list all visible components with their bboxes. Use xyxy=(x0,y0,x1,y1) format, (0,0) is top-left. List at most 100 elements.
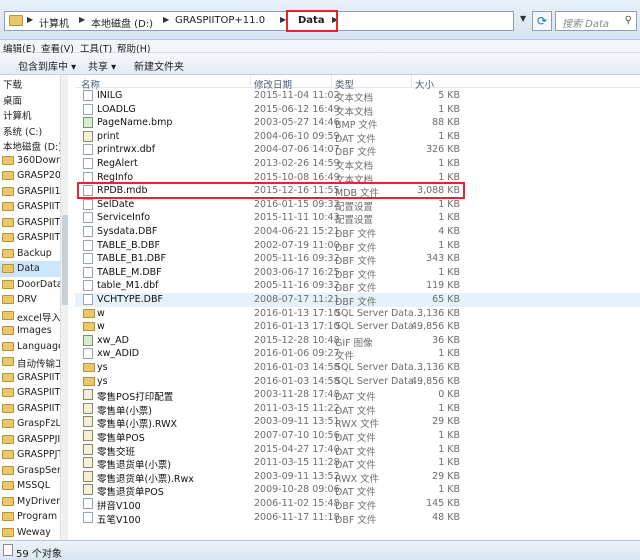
nav-item[interactable]: Language xyxy=(0,339,67,355)
nav-item[interactable]: GRASPIITO xyxy=(0,230,67,246)
nav-scrollbar[interactable] xyxy=(60,75,68,540)
folder-icon xyxy=(2,512,14,521)
nav-item-label: Language xyxy=(17,340,64,352)
file-row[interactable]: 零售POS打印配置 2003-11-28 17:48 DAT 文件 0 KB xyxy=(75,388,640,403)
file-row[interactable]: ServiceInfo 2015-11-11 10:43 配置设置 1 KB xyxy=(75,211,640,226)
nav-item[interactable]: GRASPIITO xyxy=(0,215,67,231)
file-row[interactable]: TABLE_B1.DBF 2005-11-16 09:32 DBF 文件 343 KB xyxy=(75,252,640,267)
nav-item[interactable]: 本地磁盘 (D:) xyxy=(0,137,67,153)
file-row[interactable]: TABLE_M.DBF 2003-06-17 16:25 DBF 文件 1 KB xyxy=(75,266,640,281)
column-divider[interactable] xyxy=(411,75,412,88)
refresh-button[interactable]: ⟳ xyxy=(532,11,552,31)
file-row[interactable]: 拼音V100 2006-11-02 15:48 DBF 文件 145 KB xyxy=(75,497,640,512)
file-row[interactable]: 零售单POS 2007-07-10 10:56 DAT 文件 1 KB xyxy=(75,429,640,444)
nav-item[interactable]: DoorData xyxy=(0,277,67,293)
folder-icon xyxy=(2,372,14,382)
nav-item[interactable]: 360Downlo xyxy=(0,153,67,169)
column-divider[interactable] xyxy=(250,75,251,88)
file-row[interactable]: 零售交班 2015-04-27 17:40 DAT 文件 1 KB xyxy=(75,443,640,458)
file-row[interactable]: VCHTYPE.DBF 2008-07-17 11:21 DBF 文件 65 KB xyxy=(75,293,640,308)
file-row[interactable]: w 2016-01-13 17:10 SQL Server Data... 3,136… xyxy=(75,307,640,321)
file-row[interactable]: ys 2016-01-03 14:58 SQL Server Data... 3,13… xyxy=(75,361,640,375)
file-row[interactable]: TABLE_B.DBF 2002-07-19 11:00 DBF 文件 1 KB xyxy=(75,239,640,254)
nav-item[interactable]: Images xyxy=(0,323,67,339)
file-size: 49,856 KB xyxy=(410,375,460,387)
new-folder-button[interactable]: 新建文件夹 xyxy=(134,58,184,73)
file-icon xyxy=(83,498,93,509)
file-row[interactable]: printrwx.dbf 2004-07-06 14:07 DBF 文件 326 KB xyxy=(75,143,640,158)
file-row[interactable]: Sysdata.DBF 2004-06-21 15:21 DBF 文件 4 KB xyxy=(75,225,640,240)
nav-item-label: 计算机 xyxy=(3,111,32,122)
nav-item[interactable]: GRASPPJTO xyxy=(0,447,67,463)
file-row[interactable]: w 2016-01-13 17:10 SQL Server Data... 49,85… xyxy=(75,320,640,334)
nav-item[interactable]: excel导入 xyxy=(0,308,67,324)
nav-item[interactable]: GRASPPJIT xyxy=(0,432,67,448)
file-row[interactable]: 零售单(小票).RWX 2003-09-11 13:51 RWX 文件 29 KB xyxy=(75,415,640,430)
nav-item[interactable]: MSSQL xyxy=(0,478,67,494)
file-row[interactable]: print 2004-06-10 09:59 DAT 文件 1 KB xyxy=(75,130,640,145)
include-in-library-button[interactable]: 包含到库中 ▾ xyxy=(18,58,76,73)
share-button[interactable]: 共享 ▾ xyxy=(88,58,116,73)
column-divider[interactable] xyxy=(331,75,332,88)
file-name: xw_ADID xyxy=(97,348,140,360)
file-date: 2004-06-21 15:21 xyxy=(254,226,340,237)
file-row[interactable]: INILG 2015-11-04 11:02 文本文档 5 KB xyxy=(75,89,640,104)
file-row[interactable]: 零售退货单(小票).Rwx 2003-09-11 13:52 RWX 文件 29 KB xyxy=(75,470,640,485)
file-row[interactable]: table_M1.dbf 2005-11-16 09:32 DBF 文件 119 KB xyxy=(75,279,640,294)
nav-item[interactable]: GraspFzLow xyxy=(0,416,67,432)
file-size: 1 KB xyxy=(438,266,460,278)
breadcrumb-computer[interactable]: 计算机 xyxy=(39,15,69,30)
nav-item[interactable]: MyDrivers xyxy=(0,494,67,510)
file-date: 2004-06-10 09:59 xyxy=(254,130,340,142)
database-icon xyxy=(83,308,95,318)
file-name: ys xyxy=(97,362,108,373)
nav-item-label: MSSQL xyxy=(17,480,51,491)
nav-item[interactable]: GRASPIITO xyxy=(0,385,67,401)
nav-item[interactable]: 计算机 xyxy=(0,106,67,122)
nav-item[interactable]: 下载 xyxy=(0,75,67,91)
nav-item[interactable]: Weway xyxy=(0,525,67,541)
file-row[interactable]: LOADLG 2015-06-12 16:49 文本文档 1 KB xyxy=(75,103,640,118)
nav-item[interactable]: GRASPII10. xyxy=(0,184,67,200)
breadcrumb-drive-d[interactable]: 本地磁盘 (D:) xyxy=(91,15,153,30)
nav-item[interactable]: GRASPIITO xyxy=(0,370,67,386)
search-icon[interactable]: ⚲ xyxy=(625,15,632,26)
file-row[interactable]: xw_ADID 2016-01-06 09:27 文件 1 KB xyxy=(75,347,640,362)
nav-item[interactable]: Backup xyxy=(0,246,67,262)
nav-scrollbar-thumb[interactable] xyxy=(62,215,68,305)
search-input[interactable]: 搜索 Data ⚲ xyxy=(555,11,637,31)
file-row[interactable]: ys 2016-01-03 14:58 SQL Server Data... 49,8… xyxy=(75,375,640,389)
file-icon xyxy=(83,430,93,441)
file-date: 2003-11-28 17:48 xyxy=(254,389,340,401)
file-row[interactable]: PageName.bmp 2003-05-27 14:46 BMP 文件 88 KB xyxy=(75,116,640,131)
file-row[interactable]: 零售退货单(小票) 2011-03-15 11:28 DAT 文件 1 KB xyxy=(75,456,640,471)
nav-item[interactable]: GRASPIITO xyxy=(0,199,67,215)
file-row[interactable]: 五笔V100 2006-11-17 11:18 DBF 文件 48 KB xyxy=(75,511,640,526)
chevron-right-icon[interactable]: ▶ xyxy=(163,15,169,24)
file-row[interactable]: SelDate 2016-01-15 09:32 配置设置 1 KB xyxy=(75,198,640,213)
nav-item[interactable]: GraspServe xyxy=(0,463,67,479)
nav-item[interactable]: DRV xyxy=(0,292,67,308)
breadcrumb-grasp-folder[interactable]: GRASPIITOP+11.0 xyxy=(175,15,265,26)
nav-item[interactable]: Data xyxy=(0,261,67,277)
file-icon xyxy=(3,544,13,556)
nav-item[interactable]: GRASPIITO xyxy=(0,401,67,417)
folder-icon xyxy=(2,186,14,196)
nav-item[interactable]: 自动传输工 xyxy=(0,354,67,370)
file-name: 五笔V100 xyxy=(97,514,141,526)
file-name: ys xyxy=(97,375,108,387)
chevron-down-icon[interactable]: ▼ xyxy=(520,14,526,23)
folder-icon xyxy=(2,419,14,428)
file-row[interactable]: 零售单(小票) 2011-03-15 11:22 DAT 文件 1 KB xyxy=(75,402,640,417)
file-row[interactable]: 零售退货单POS 2009-10-28 09:06 DAT 文件 1 KB xyxy=(75,483,640,498)
nav-item[interactable]: Program File xyxy=(0,509,67,525)
nav-item[interactable]: 系统 (C:) xyxy=(0,122,67,138)
nav-item[interactable]: GRASP2005 xyxy=(0,168,67,184)
nav-item[interactable]: 桌面 xyxy=(0,91,67,107)
search-placeholder: 搜索 Data xyxy=(562,19,610,30)
file-row[interactable]: xw_AD 2015-12-28 10:48 GIF 图像 36 KB xyxy=(75,334,640,349)
chevron-right-icon[interactable]: ▶ xyxy=(79,15,85,24)
file-row[interactable]: RegAlert 2013-02-26 14:59 文本文档 1 KB xyxy=(75,157,640,172)
column-header-row: 名称 修改日期 类型 大小 xyxy=(75,75,640,91)
address-bar[interactable]: ▶ 计算机 ▶ 本地磁盘 (D:) ▶ GRASPIITOP+11.0 ▶ Da… xyxy=(4,11,514,31)
